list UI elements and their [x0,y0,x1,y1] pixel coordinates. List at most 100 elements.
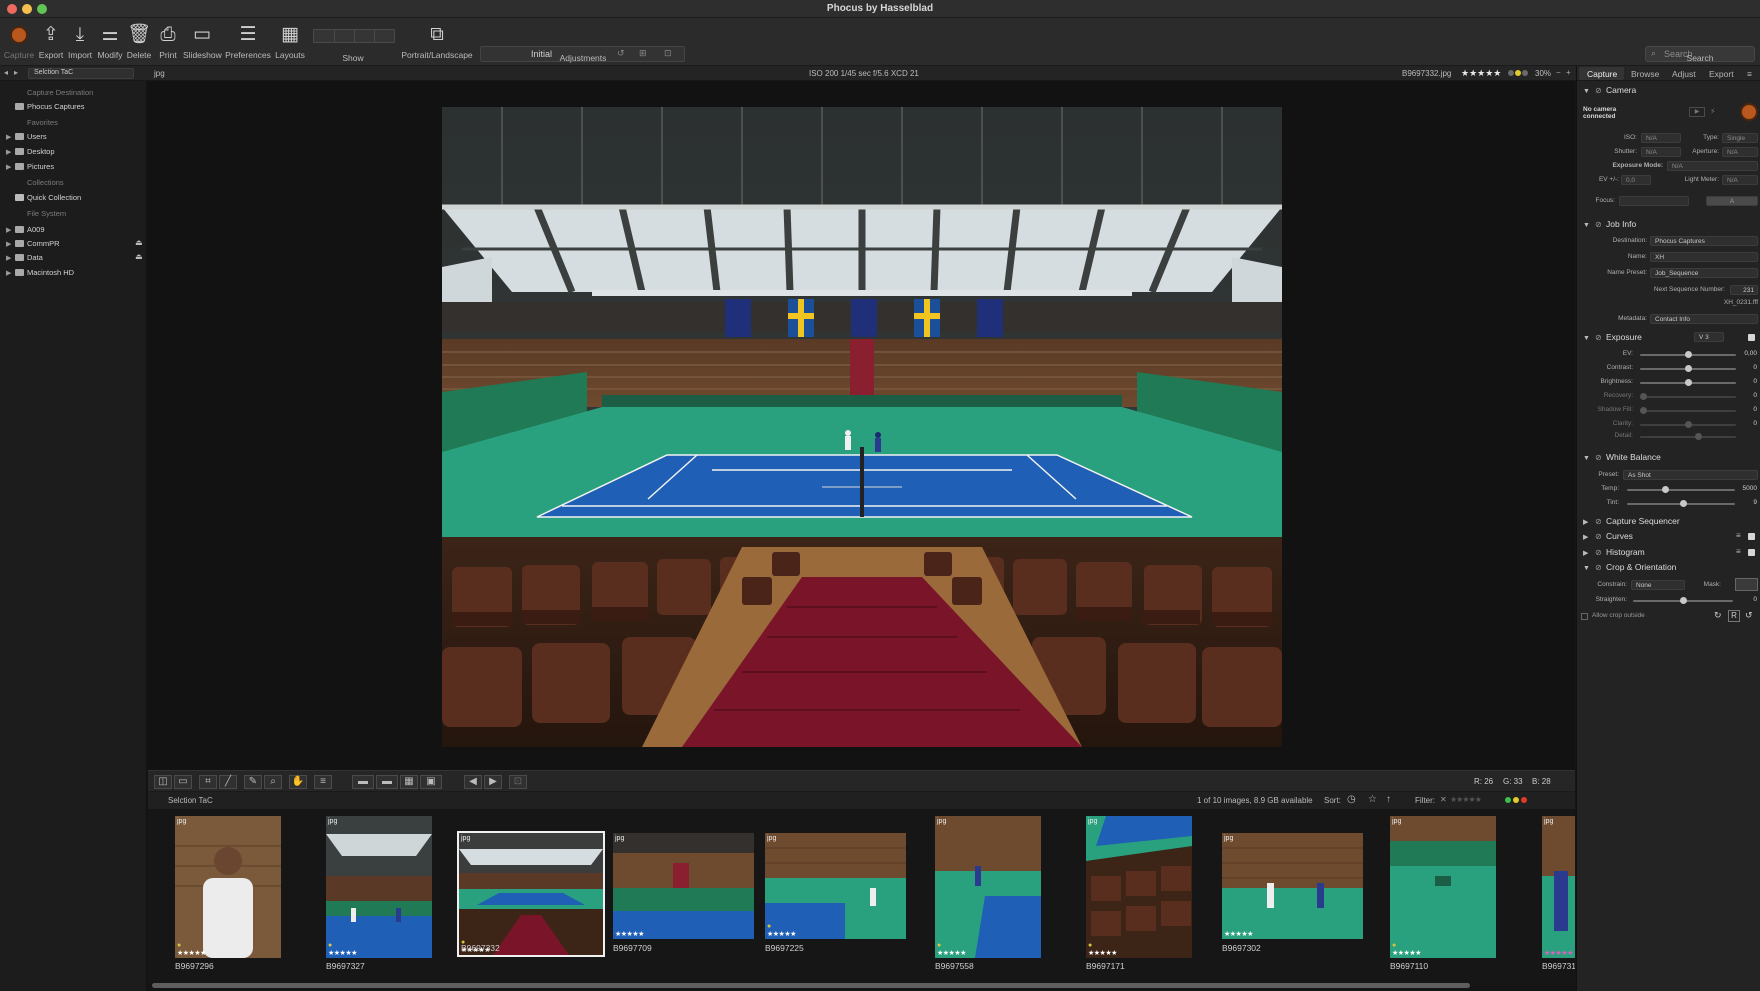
layouts-button[interactable]: ▦ Layouts [274,22,306,60]
crop-tool-button[interactable]: ⌗ [199,775,217,789]
panel-options-icon[interactable]: ≡ [1747,69,1752,79]
filter-red-tag[interactable] [1521,797,1527,803]
exposure-enable-checkbox[interactable] [1748,334,1755,341]
thumbnail[interactable]: jpg ● ★★★★★ [175,816,281,958]
sort-order-icon[interactable]: ↑ [1386,794,1391,805]
thumbnail[interactable]: jpg ● ★★★★★ [326,816,432,958]
sort-by-date-icon[interactable]: ◷ [1347,794,1356,805]
filter-stars[interactable]: ★★★★★ [1450,795,1482,804]
thumbnail-selected[interactable]: jpg ● ★★★★★ [457,831,605,957]
aperture-field[interactable]: N/A [1722,147,1758,157]
thumbnail[interactable]: jpg ● ★★★★★ [935,816,1041,958]
recovery-slider[interactable] [1640,393,1736,400]
destination-select[interactable]: Phocus Captures [1650,236,1758,246]
delete-button[interactable]: 🗑 Delete [125,22,153,60]
thumbnail[interactable]: jpg ● ★★★★★ [1086,816,1192,958]
color-tag-yellow[interactable] [1515,70,1521,76]
contrast-slider[interactable] [1640,365,1736,372]
brightness-slider[interactable] [1640,379,1736,386]
sidebar-item-macintosh-hd[interactable]: ▶ Macintosh HD [6,268,74,277]
next-image-button[interactable]: ▶ [484,775,502,789]
histogram-section-header[interactable]: ▶ ⊘ Histogram [1583,547,1645,557]
previous-image-button[interactable]: ◀ [464,775,482,789]
compare-icon[interactable]: ⊞ [639,48,647,59]
camera-section-header[interactable]: ▼ ⊘ Camera [1583,85,1636,95]
capture-button[interactable]: Capture [3,22,35,60]
disclosure-triangle-icon[interactable]: ▶ [6,226,15,234]
disclosure-triangle-icon[interactable]: ▶ [6,240,15,248]
folder-selector[interactable]: Selction TaC [28,68,134,79]
undo-icon[interactable]: ↺ [617,48,625,59]
crop-orientation-section-header[interactable]: ▼ ⊘ Crop & Orientation [1583,562,1676,572]
disclosure-triangle-icon[interactable]: ▶ [6,163,15,171]
exposure-version-select[interactable]: V 3 [1694,332,1724,342]
shutter-field[interactable]: N/A [1641,147,1681,157]
remote-capture-button[interactable] [1740,103,1758,121]
eject-icon[interactable]: ⏏ [135,238,143,247]
filmstrip-layout-button[interactable]: ▬ [352,775,374,789]
filmstrip-scrollbar[interactable] [152,983,1470,988]
temp-slider[interactable] [1627,486,1735,493]
disclosure-triangle-icon[interactable]: ▶ [6,254,15,262]
shadow-fill-slider[interactable] [1640,407,1736,414]
tab-adjust[interactable]: Adjust [1672,69,1696,79]
export-button[interactable]: ⇪ Export [36,22,66,60]
name-field[interactable]: XH [1650,252,1758,262]
exposure-mode-field[interactable]: N/A [1667,161,1758,171]
detail-slider[interactable] [1640,433,1736,440]
nav-forward-icon[interactable]: ▸ [14,68,18,77]
thumbnail[interactable]: jpg ★★★★★ [613,833,754,939]
sidebar-item-phocus-captures[interactable]: Phocus Captures [6,102,85,111]
hand-tool-button[interactable]: ✋ [289,775,307,789]
thumbnail[interactable]: jpg ● ★★★★★ [1390,816,1496,958]
disclosure-triangle-icon[interactable]: ▶ [6,148,15,156]
curves-section-header[interactable]: ▶ ⊘ Curves [1583,531,1633,541]
eject-icon[interactable]: ⏏ [135,252,143,261]
focus-field[interactable] [1619,196,1689,206]
single-view-button[interactable]: ▭ [174,775,192,789]
name-preset-select[interactable]: Job_Sequence [1650,268,1758,278]
sidebar-item-a009[interactable]: ▶ A009 [6,225,45,234]
full-view-button[interactable]: ▣ [420,775,442,789]
histogram-options-icon[interactable]: ≡ [1736,547,1741,556]
portrait-landscape-button[interactable]: ⧉ Portrait/Landscape [400,22,474,60]
light-meter-field[interactable]: N/A [1722,175,1758,185]
tab-browse[interactable]: Browse [1631,69,1659,79]
play-slideshow-button[interactable]: ⊡ [509,775,527,789]
zoom-in-icon[interactable]: + [1566,68,1571,77]
ev-slider[interactable] [1640,351,1736,358]
curves-options-icon[interactable]: ≡ [1736,531,1741,540]
sidebar-item-users[interactable]: ▶ Users [6,132,47,141]
allow-crop-outside-checkbox[interactable] [1581,613,1588,620]
straighten-slider[interactable] [1633,597,1733,604]
disclosure-triangle-icon[interactable]: ▶ [6,269,15,277]
next-sequence-field[interactable]: 231 [1730,285,1758,295]
iso-field[interactable]: N/A [1641,133,1681,143]
thumbnail[interactable]: jpg ★★★★★ [1222,833,1363,939]
sidebar-item-desktop[interactable]: ▶ Desktop [6,147,55,156]
filter-green-tag[interactable] [1505,797,1511,803]
zoom-level[interactable]: 30% [1535,69,1551,78]
zoom-out-icon[interactable]: − [1556,68,1561,77]
straighten-tool-button[interactable]: ╱ [219,775,237,789]
main-image[interactable] [442,107,1282,747]
show-segmented-control[interactable] [313,29,395,43]
modify-button[interactable]: ⚌ Modify [95,22,125,60]
live-video-button[interactable]: ▶ [1689,107,1705,117]
mask-toggle[interactable] [1735,578,1758,591]
white-balance-preset-select[interactable]: As Shot [1623,470,1758,480]
capture-sequencer-section-header[interactable]: ▶ ⊘ Capture Sequencer [1583,516,1680,526]
eyedropper-tool-button[interactable]: ✎ [244,775,262,789]
slideshow-button[interactable]: ▭ Slideshow [183,22,222,60]
loupe-tool-button[interactable]: ⌕ [264,775,282,789]
tab-capture[interactable]: Capture [1587,69,1617,79]
current-rating[interactable]: ★★★★★ [1461,68,1501,79]
preferences-button[interactable]: ☰ Preferences [225,22,271,60]
exposure-section-header[interactable]: ▼ ⊘ Exposure [1583,332,1642,342]
clear-filter-icon[interactable]: ✕ [1440,795,1447,804]
camera-settings-icon[interactable]: ⚡ [1710,107,1716,116]
sidebar-item-pictures[interactable]: ▶ Pictures [6,162,54,171]
large-filmstrip-button[interactable]: ▬ [376,775,398,789]
reset-crop-button[interactable]: R [1728,610,1740,622]
slider-knob[interactable] [1685,351,1692,358]
